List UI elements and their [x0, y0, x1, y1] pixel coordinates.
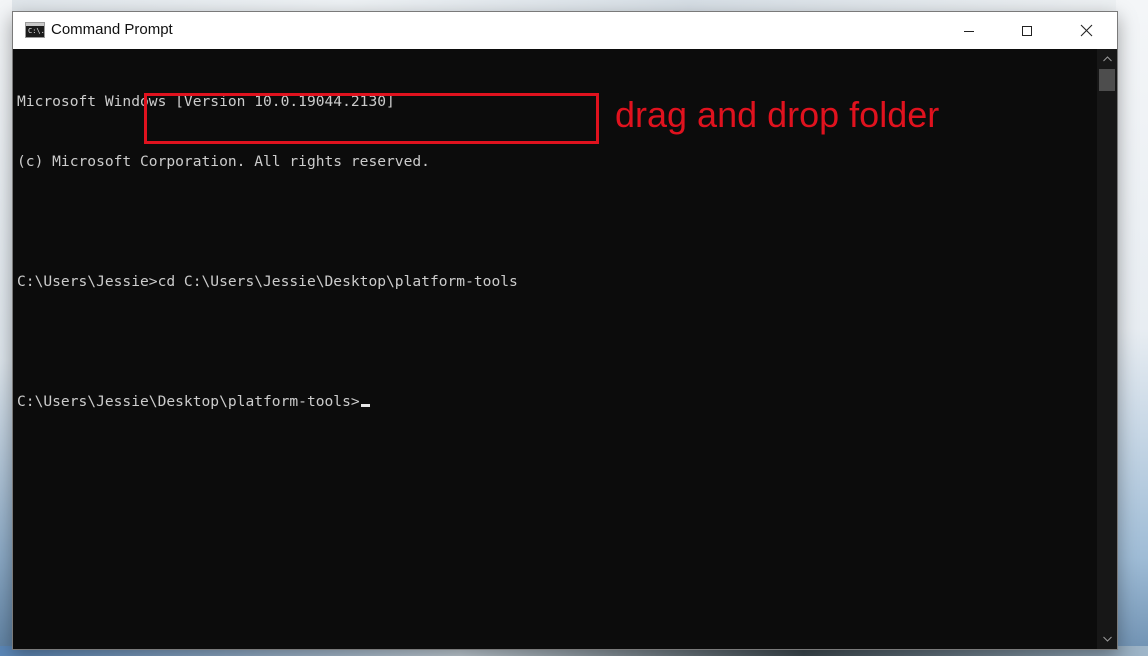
- chevron-up-icon: [1102, 56, 1112, 62]
- console-prompt: C:\Users\Jessie\Desktop\platform-tools>: [17, 393, 360, 410]
- console-line: C:\Users\Jessie>cd C:\Users\Jessie\Deskt…: [17, 273, 518, 290]
- annotation-text: drag and drop folder: [615, 94, 940, 135]
- text-cursor: [360, 404, 370, 407]
- maximize-icon: [1022, 25, 1032, 36]
- maximize-button[interactable]: [998, 12, 1056, 49]
- title-bar[interactable]: C:\. Command Prompt: [13, 12, 1117, 49]
- scroll-thumb[interactable]: [1099, 69, 1115, 91]
- minimize-icon: [964, 30, 974, 32]
- close-icon: [1080, 24, 1092, 37]
- scroll-down-button[interactable]: [1097, 629, 1117, 649]
- chevron-down-icon: [1102, 636, 1112, 642]
- command-prompt-window: C:\. Command Prompt Microsoft Windows [V…: [12, 11, 1118, 650]
- close-button[interactable]: [1057, 12, 1115, 49]
- console-prompt-line: C:\Users\Jessie\Desktop\platform-tools>: [17, 392, 1098, 412]
- cmd-icon[interactable]: C:\.: [25, 22, 45, 38]
- vertical-scrollbar[interactable]: [1097, 49, 1117, 649]
- scroll-up-button[interactable]: [1097, 49, 1117, 69]
- desktop-background-right: [1116, 0, 1148, 656]
- cmd-icon-text: C:\.: [28, 27, 45, 35]
- minimize-button[interactable]: [940, 12, 998, 49]
- console-line: (c) Microsoft Corporation. All rights re…: [17, 153, 430, 170]
- desktop-background-left: [0, 0, 12, 656]
- desktop-background-top: [0, 0, 1148, 11]
- window-title: Command Prompt: [51, 21, 173, 38]
- console-output[interactable]: Microsoft Windows [Version 10.0.19044.21…: [13, 49, 1098, 649]
